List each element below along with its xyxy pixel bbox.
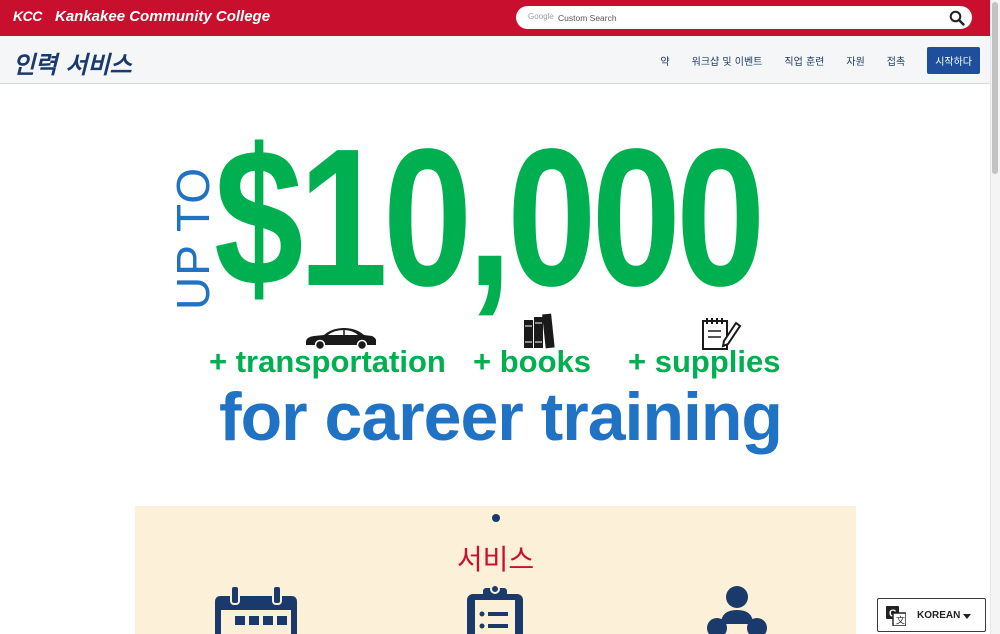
hero-tagline: for career training <box>219 379 783 455</box>
top-bar: KCC Kankakee Community College Google <box>0 0 990 36</box>
services-section: 서비스 <box>135 506 856 634</box>
nav-item-workshops-events[interactable]: 워크샵 및 이벤트 <box>692 53 763 68</box>
search-box: Google <box>516 6 972 29</box>
nav-item-resources[interactable]: 자원 <box>846 53 864 68</box>
extra-transportation: + transportation <box>209 344 446 379</box>
hero-prefix: UP TO <box>167 166 219 310</box>
language-label: KOREAN <box>917 610 961 621</box>
main-nav: 인력 서비스 약 워크샵 및 이벤트 직업 훈련 자원 접촉 시작하다 <box>0 36 990 84</box>
search-icon[interactable] <box>948 9 966 27</box>
translate-icon: G 文 <box>886 606 906 626</box>
extra-books: + books <box>473 344 592 379</box>
google-brand: Google <box>528 12 554 21</box>
services-title: 서비스 <box>456 543 535 576</box>
kcc-logo[interactable]: KCC <box>12 8 44 28</box>
carousel-dot[interactable] <box>492 514 500 522</box>
college-name[interactable]: Kankakee Community College <box>55 8 270 25</box>
scroll-thumb[interactable] <box>992 2 998 174</box>
nav-item-job-training[interactable]: 직업 훈련 <box>784 53 824 68</box>
site-title[interactable]: 인력 서비스 <box>13 45 132 80</box>
clipboard-icon <box>467 584 523 634</box>
svg-text:文: 文 <box>896 615 905 627</box>
language-selector[interactable]: G 文 KOREAN <box>877 598 986 632</box>
calendar-icon <box>215 586 297 634</box>
logo-text: KCC <box>13 8 42 24</box>
chevron-down-icon <box>963 614 971 619</box>
get-started-button[interactable]: 시작하다 <box>927 46 980 74</box>
hero-amount: $10,000 <box>214 108 765 327</box>
nav-item-about[interactable]: 약 <box>660 53 669 68</box>
people-icon <box>707 586 767 634</box>
search-input[interactable] <box>558 8 938 27</box>
nav-item-contact[interactable]: 접촉 <box>887 53 905 68</box>
nav-menu: 약 워크샵 및 이벤트 직업 훈련 자원 접촉 시작하다 <box>660 36 990 84</box>
page: KCC Kankakee Community College Google 인력… <box>0 0 1000 634</box>
extra-supplies: + supplies <box>628 344 781 379</box>
